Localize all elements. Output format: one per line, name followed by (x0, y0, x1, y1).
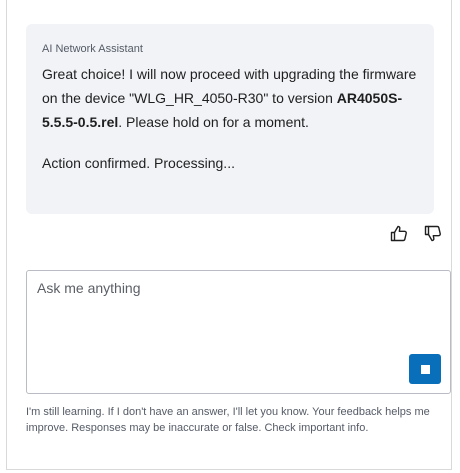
message-text-after: . Please hold on for a moment. (118, 114, 309, 130)
message-sender: AI Network Assistant (42, 43, 143, 55)
chat-panel: AI Network Assistant Great choice! I wil… (6, 0, 452, 470)
chat-composer (26, 270, 451, 394)
assistant-message: AI Network Assistant Great choice! I wil… (26, 24, 434, 214)
like-button[interactable] (389, 224, 409, 242)
disclaimer-text: I'm still learning. If I don't have an a… (26, 406, 430, 434)
chat-input[interactable] (27, 271, 450, 393)
stop-icon (420, 364, 430, 374)
stop-button[interactable] (409, 354, 441, 384)
message-status: Action confirmed. Processing... (42, 155, 235, 171)
dislike-button[interactable] (423, 224, 443, 242)
thumbs-down-icon (424, 225, 441, 241)
thumbs-up-icon (390, 225, 407, 241)
feedback-bar (389, 224, 443, 242)
message-body: Great choice! I will now proceed with up… (42, 62, 418, 134)
